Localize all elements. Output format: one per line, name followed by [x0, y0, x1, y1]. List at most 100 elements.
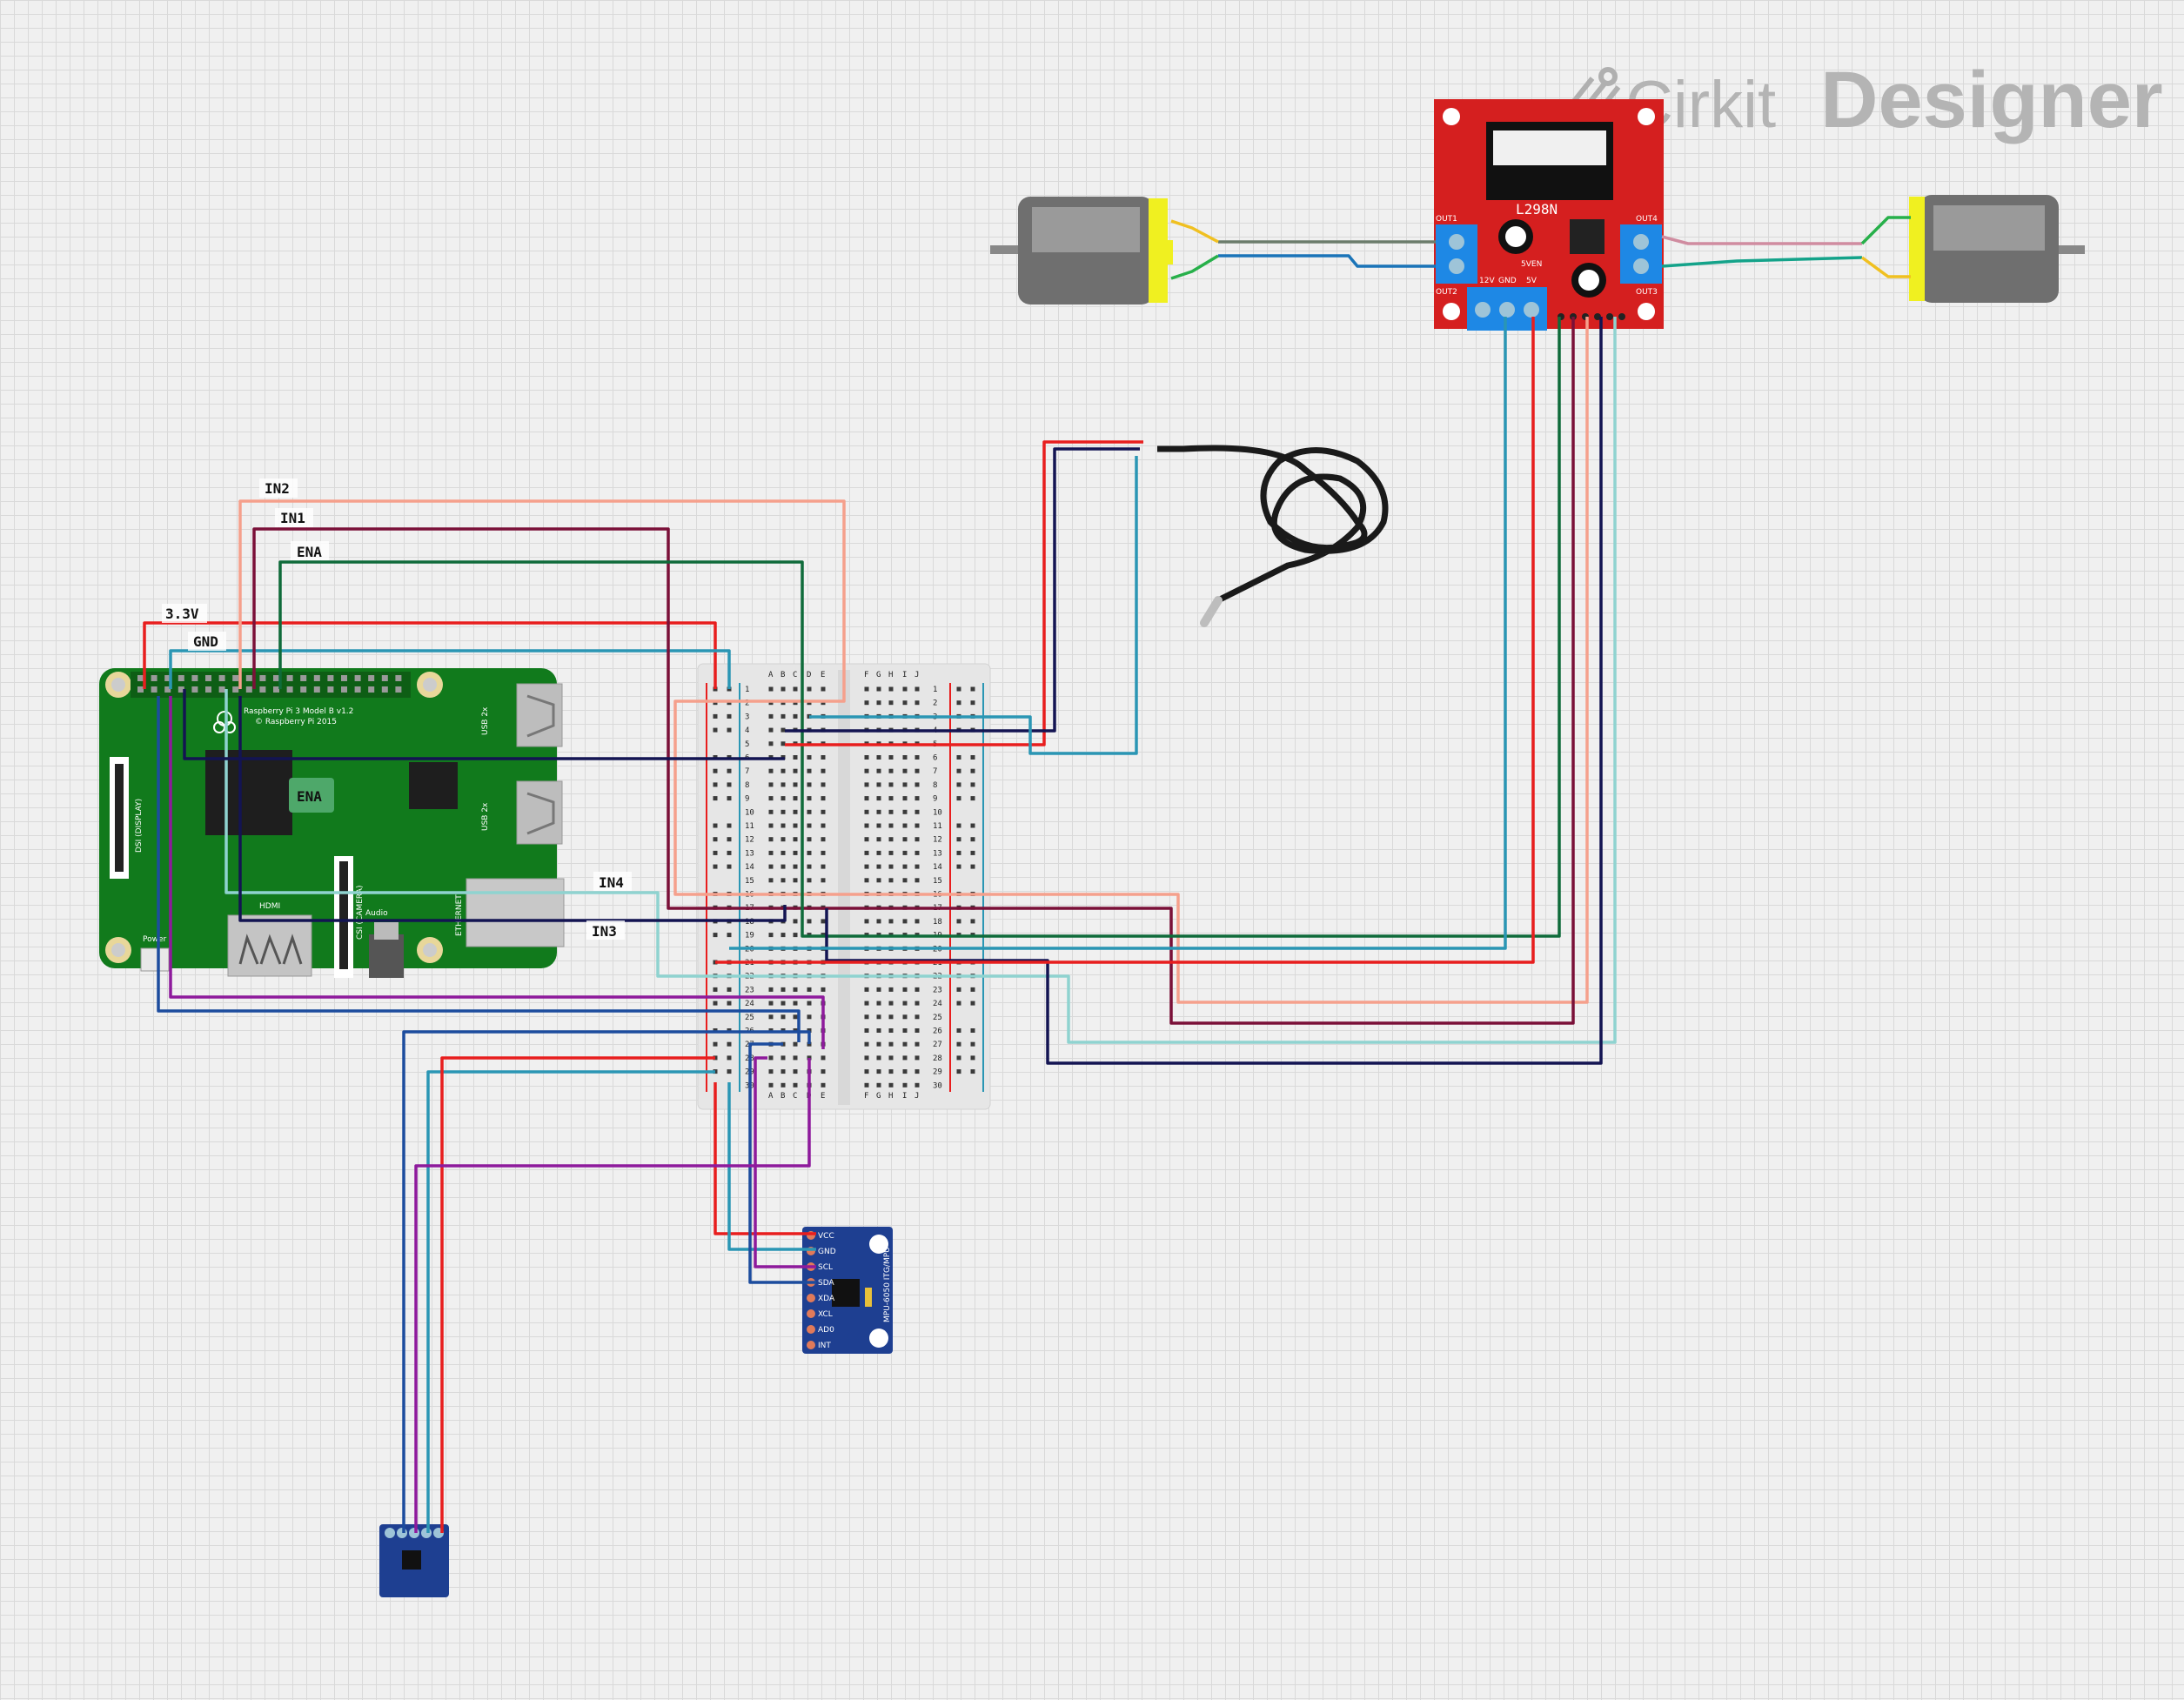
- out4-label: OUT4: [1636, 215, 1658, 224]
- mpu6050-module: VCC GND SCL SDA XDA XCL AD0 INT MPU-6050 ITG/MP…: [802, 1227, 893, 1354]
- row-number: 10: [933, 808, 942, 817]
- power-12v-label: 12V: [1479, 277, 1495, 285]
- column-letter: C: [793, 1092, 797, 1101]
- imu-pin-label: SCL: [818, 1263, 833, 1272]
- imu-pin: [807, 1325, 815, 1334]
- gpio-pin: [191, 675, 198, 681]
- wire-imu2-red: [440, 1056, 715, 1533]
- wire-motor-left-yellow: [1170, 219, 1219, 244]
- row-number: 15: [745, 877, 754, 886]
- gpio-pin: [313, 686, 320, 693]
- gpio-pin: [178, 675, 184, 681]
- l298n-driver: L298N OUT1 OUT2 12V GND 5V 5VEN OUT4 OUT…: [1434, 99, 1664, 331]
- usb-port-2-label: USB 2x: [481, 802, 490, 831]
- row-number: 13: [933, 849, 942, 858]
- terminal-out1: OUT1: [1436, 215, 1477, 284]
- driver-chip-label: L298N: [1516, 201, 1558, 218]
- out2-label: OUT2: [1436, 288, 1457, 297]
- gpio-pin: [191, 686, 198, 693]
- row-number: 23: [745, 986, 754, 994]
- brand-designer: Designer: [1820, 56, 2163, 144]
- row-number: 28: [933, 1054, 942, 1063]
- row-number: 11: [745, 822, 754, 831]
- row-number: 19: [745, 932, 754, 940]
- gpio-pin: [381, 675, 388, 681]
- column-letter: G: [876, 1092, 881, 1101]
- row-number: 1: [933, 686, 937, 694]
- column-letter: D: [807, 671, 811, 679]
- label-3v3: 3.3V: [165, 606, 199, 622]
- imu-pin-label: SDA: [818, 1279, 834, 1288]
- column-letter: I: [902, 1092, 907, 1101]
- row-number: 14: [933, 863, 942, 872]
- gpio-pin: [151, 686, 157, 693]
- power-label: Power: [143, 935, 167, 944]
- row-number: 9: [933, 795, 937, 804]
- column-letter: I: [902, 671, 907, 679]
- column-letter: B: [780, 1092, 785, 1101]
- row-number: 14: [745, 863, 754, 872]
- gpio-pin: [137, 686, 144, 693]
- column-letter: B: [780, 671, 785, 679]
- row-number: 8: [745, 781, 749, 790]
- row-number: 29: [933, 1068, 942, 1077]
- label-in2: IN2: [265, 480, 290, 497]
- row-number: 8: [933, 781, 937, 790]
- row-number: 5: [745, 740, 749, 749]
- schematic: Cirkit Designer 1 12 23 34 45 56 67 78 89 910 1011…: [99, 56, 2163, 1597]
- column-letter: A: [768, 1092, 774, 1101]
- gpio-pin: [327, 686, 334, 693]
- row-number: 30: [933, 1081, 942, 1090]
- row-number: 6: [933, 754, 937, 763]
- gpio-pin: [381, 686, 388, 693]
- row-number: 10: [745, 808, 754, 817]
- gpio-pin: [286, 675, 293, 681]
- row-number: 9: [745, 795, 749, 804]
- gpio-pin: [151, 675, 157, 681]
- row-number: 7: [745, 767, 749, 776]
- gpio-pin: [218, 675, 225, 681]
- gpio-pin: [218, 686, 225, 693]
- gpio-pin: [341, 675, 347, 681]
- column-letter: F: [864, 671, 868, 679]
- out3-label: OUT3: [1636, 288, 1658, 297]
- imu-pin-label: XCL: [818, 1310, 833, 1319]
- gpio-pin: [300, 675, 307, 681]
- audio-label: Audio: [365, 909, 388, 918]
- wire-motor-right-pink: [1661, 235, 1862, 245]
- column-letter: H: [888, 671, 893, 679]
- row-number: 24: [933, 1000, 942, 1008]
- soc-chip: [205, 750, 292, 835]
- imu-pin-label: AD0: [818, 1326, 834, 1335]
- row-number: 2: [933, 699, 937, 708]
- power-port: Power: [140, 935, 170, 972]
- gpio-pin: [232, 675, 239, 681]
- usb-port-1-label: USB 2x: [481, 706, 490, 735]
- column-letter: C: [793, 671, 797, 679]
- row-number: 23: [933, 986, 942, 994]
- column-letter: F: [864, 1092, 868, 1101]
- row-number: 25: [933, 1014, 942, 1022]
- row-number: 13: [745, 849, 754, 858]
- capacitor-1: [1498, 219, 1533, 254]
- row-number: 4: [745, 726, 749, 735]
- gpio-pin: [232, 686, 239, 693]
- wire-motor-right-green: [1860, 216, 1911, 245]
- gpio-pin: [286, 686, 293, 693]
- hdmi-label: HDMI: [259, 902, 280, 911]
- temperature-probe: [1157, 445, 1389, 627]
- ena-pad-label: ENA: [297, 788, 322, 805]
- dsi-label: DSI (DISPLAY): [135, 799, 144, 853]
- pi-model-text: Raspberry Pi 3 Model B v1.2: [244, 707, 353, 716]
- row-number: 11: [933, 822, 942, 831]
- row-number: 12: [933, 836, 942, 845]
- gpio-pin: [245, 686, 252, 693]
- imu-pin: [807, 1341, 815, 1349]
- power-gnd-label: GND: [1498, 277, 1517, 285]
- imu-pin-label: GND: [818, 1248, 836, 1256]
- row-number: 3: [745, 713, 749, 721]
- ethernet-port: ETHERNET: [455, 878, 565, 947]
- column-letter: E: [821, 1092, 825, 1101]
- enable-label: 5VEN: [1521, 260, 1542, 269]
- ethernet-label: ETHERNET: [455, 894, 464, 936]
